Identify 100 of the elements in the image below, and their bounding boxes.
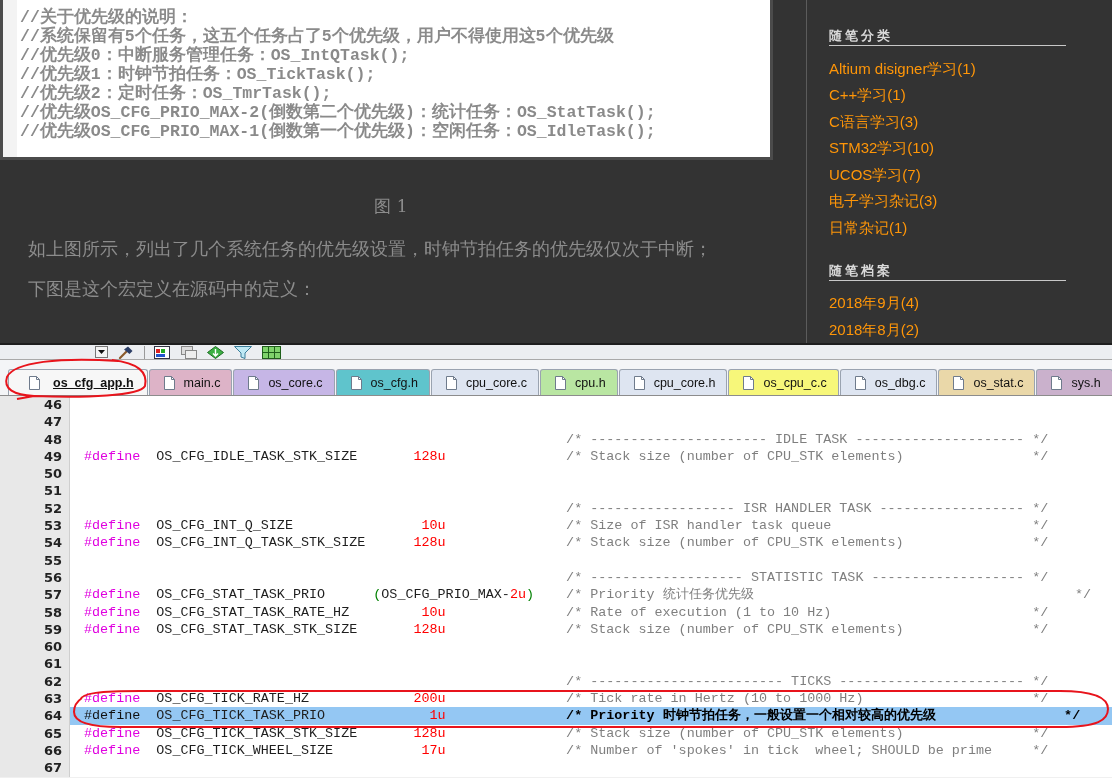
file-tab[interactable]: os_dbg.c	[839, 369, 938, 395]
define-keyword: #define	[84, 586, 141, 604]
code-comment: /* Stack size (number of CPU_STK elements) */	[566, 447, 1049, 466]
category-link[interactable]: C++学习(1)	[829, 85, 906, 105]
category-link[interactable]: Altium disigner学习(1)	[829, 58, 976, 79]
line-number: 53	[0, 517, 70, 535]
file-icon	[953, 375, 965, 390]
code-line: //优先级0：中断服务管理任务：OS_IntQTask();	[20, 46, 410, 65]
category-link[interactable]: UCOS学习(7)	[829, 164, 921, 185]
macro-name: OS_CFG_STAT_TASK_STK_SIZE	[156, 620, 358, 639]
caret-icon	[98, 350, 105, 354]
macro-value: 17u	[420, 741, 446, 760]
line-number: 64	[0, 707, 70, 725]
code-comment: /* ------------------- STATISTIC TASK ------------------- */	[566, 568, 1049, 587]
windows-icon[interactable]	[181, 345, 197, 359]
file-tab[interactable]: cpu_core.c	[430, 369, 540, 395]
file-icon	[555, 375, 567, 390]
file-tab[interactable]: main.c	[148, 369, 233, 395]
line-number: 50	[0, 465, 70, 483]
macro-name: OS_CFG_TICK_TASK_PRIO	[156, 707, 326, 725]
define-keyword: #define	[84, 724, 141, 742]
define-keyword: #define	[84, 603, 141, 621]
category-link[interactable]: 日常杂记(1)	[829, 217, 908, 238]
macro-value: 10u	[420, 517, 446, 535]
macro-name: OS_CFG_STAT_TASK_PRIO	[156, 586, 326, 604]
file-tab[interactable]: sys.h	[1036, 369, 1112, 395]
define-keyword: #define	[84, 620, 141, 639]
category-link[interactable]: C语言学习(3)	[829, 111, 919, 132]
code-comment: /* ------------------ ISR HANDLER TASK ------------------ */	[566, 499, 1049, 518]
line-number: 61	[0, 655, 70, 673]
file-icon	[854, 375, 866, 390]
category-link[interactable]: STM32学习(10)	[829, 138, 935, 158]
file-icon	[633, 375, 645, 390]
file-icon	[248, 375, 260, 390]
code-comment: /* ---------------------- IDLE TASK --------------------- */	[566, 430, 1049, 448]
code-comment: /* Stack size (number of CPU_STK elements) */	[566, 620, 1049, 639]
code-comment: /* Priority 时钟节拍任务，一般设置一个相对较高的优先级 */	[566, 707, 1081, 725]
macro-value: 128u	[412, 534, 446, 552]
category-link[interactable]: 电子学习杂记(3)	[829, 191, 938, 211]
line-number: 46	[0, 396, 70, 414]
code-comment: /* Stack size (number of CPU_STK elements) */	[566, 724, 1049, 742]
paragraph: 下图是这个宏定义在源码中的定义：	[28, 279, 316, 299]
define-keyword: #define	[84, 707, 141, 725]
macro-value: 128u	[412, 447, 446, 466]
section-heading: 随笔分类	[829, 27, 1066, 46]
line-number: 67	[0, 759, 70, 777]
line-number: 63	[0, 690, 70, 708]
line-number: 47	[0, 413, 70, 431]
file-icon	[445, 375, 457, 390]
code-line: //关于优先级的说明：	[20, 8, 193, 27]
archive-link[interactable]: 2018年8月(2)	[829, 319, 920, 340]
define-keyword: #define	[84, 517, 141, 535]
hammer-icon[interactable]	[118, 345, 133, 359]
diamond-icon[interactable]	[207, 345, 224, 359]
define-keyword: #define	[84, 690, 141, 708]
macro-name: OS_CFG_TICK_WHEEL_SIZE	[156, 741, 334, 760]
file-tab[interactable]: os_core.c	[233, 369, 335, 395]
line-number: 57	[0, 586, 70, 604]
macro-name: OS_CFG_TICK_RATE_HZ	[156, 690, 309, 708]
code-comment: /* ------------------------ TICKS ----------------------- */	[566, 672, 1049, 691]
code-line: //优先级1：时钟节拍任务：OS_TickTask();	[20, 65, 376, 84]
file-tab[interactable]: os_cpu_c.c	[728, 369, 839, 395]
window-icon[interactable]	[154, 345, 170, 359]
file-icon	[163, 375, 175, 390]
macro-name: OS_CFG_STAT_TASK_RATE_HZ	[156, 603, 350, 621]
macro-value: (OS_CFG_PRIO_MAX-2u)	[373, 586, 534, 604]
line-number: 60	[0, 638, 70, 656]
macro-name: OS_CFG_INT_Q_SIZE	[156, 517, 293, 535]
paragraph: 如上图所示，列出了几个系统任务的优先级设置，时钟节拍任务的优先级仅次于中断；	[28, 239, 712, 259]
file-tab[interactable]: os_stat.c	[938, 369, 1036, 395]
grid-icon[interactable]	[262, 345, 281, 359]
dropdown-button[interactable]	[95, 346, 108, 358]
macro-value: 128u	[412, 724, 446, 742]
code-line: //优先级OS_CFG_PRIO_MAX-2(倒数第二个优先级)：统计任务：OS_StatTask();	[20, 103, 656, 122]
code-comment: /* Stack size (number of CPU_STK elements) */	[566, 534, 1049, 552]
file-icon	[350, 375, 362, 390]
macro-name: OS_CFG_IDLE_TASK_STK_SIZE	[156, 447, 358, 466]
archive-link[interactable]: 2018年9月(4)	[829, 293, 920, 313]
code-comment: /* Priority 统计任务优先级 */	[566, 586, 1092, 604]
code-line: //优先级2：定时任务：OS_TmrTask();	[20, 84, 332, 103]
file-tab[interactable]: os_cfg_app.h	[8, 369, 148, 395]
code-line: //系统保留有5个任务，这五个任务占了5个优先级，用户不得使用这5个优先级	[20, 27, 614, 46]
figure-caption: 图 1	[374, 196, 408, 216]
code-comment: /* Tick rate in Hertz (10 to 1000 Hz) */	[566, 690, 1049, 707]
section-heading: 随笔档案	[829, 261, 1066, 281]
code-comment: /* Size of ISR handler task queue */	[566, 517, 1049, 535]
file-icon	[743, 375, 755, 390]
file-icon	[1051, 375, 1063, 390]
define-keyword: #define	[84, 741, 141, 760]
file-icon	[29, 375, 40, 390]
macro-value: 128u	[412, 620, 446, 639]
code-comment: /* Rate of execution (1 to 10 Hz) */	[566, 603, 1049, 621]
macro-value: 10u	[420, 603, 446, 621]
define-keyword: #define	[84, 447, 141, 466]
file-tab[interactable]: os_cfg.h	[335, 369, 430, 395]
macro-name: OS_CFG_TICK_TASK_STK_SIZE	[156, 724, 358, 742]
file-tab[interactable]: cpu.h	[540, 369, 618, 395]
file-tab[interactable]: cpu_core.h	[618, 369, 728, 395]
macro-value: 1u	[428, 707, 446, 725]
define-keyword: #define	[84, 534, 141, 552]
